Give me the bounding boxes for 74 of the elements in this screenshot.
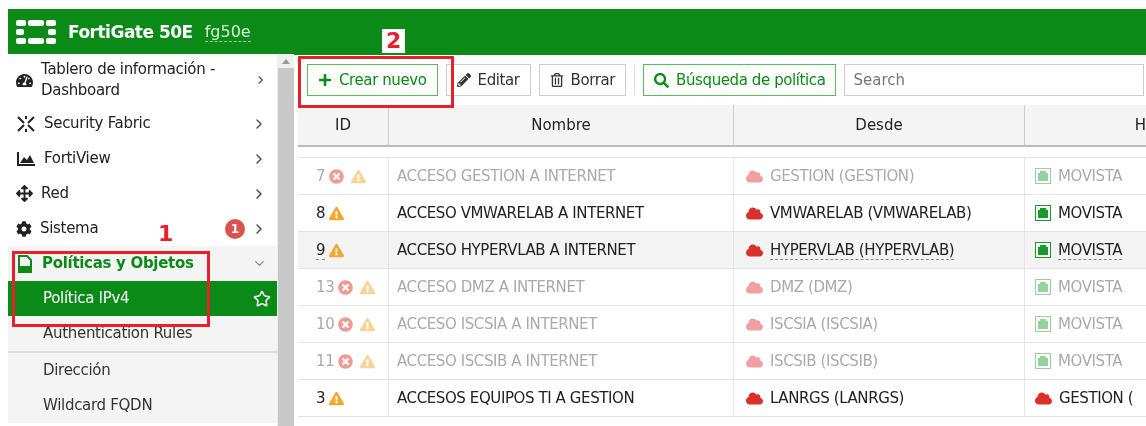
sidebar-subitem[interactable]: Wildcard FQDN xyxy=(8,388,277,423)
table-cell: 10 xyxy=(298,306,389,343)
table-cell: GESTION (GESTION) xyxy=(734,158,1025,195)
dashboard-icon xyxy=(16,71,33,89)
error-icon xyxy=(338,353,354,369)
table-cell: LANRGS (LANRGS) xyxy=(734,380,1025,417)
port-icon xyxy=(1035,242,1051,258)
table-cell: ISCSIB (ISCSIB) xyxy=(734,343,1025,380)
fabric-icon xyxy=(16,114,36,133)
port-icon xyxy=(1035,353,1051,369)
table-cell: ACCESO ISCSIA A INTERNET xyxy=(389,306,734,343)
table-cell: 11 xyxy=(298,343,389,380)
warning-icon xyxy=(329,242,345,258)
plus-icon xyxy=(318,73,332,87)
area-chart-icon xyxy=(16,150,36,167)
notification-badge: 1 xyxy=(225,218,245,239)
port-icon xyxy=(1035,168,1051,184)
sidebar-item[interactable]: Security Fabric xyxy=(8,106,157,141)
column-header[interactable]: Nombre xyxy=(389,105,734,147)
table-cell: ACCESO DMZ A INTERNET xyxy=(389,269,734,306)
trash-icon xyxy=(549,73,564,87)
edit-button[interactable]: Editar xyxy=(445,64,531,96)
product-name: FortiGate 50E xyxy=(68,21,193,42)
document-icon xyxy=(16,254,34,273)
logo-icon xyxy=(16,19,56,44)
error-icon xyxy=(338,279,354,295)
sidebar-item[interactable]: Tablero de información - Dashboard xyxy=(8,54,254,106)
table-cell: VMWARELAB (VMWARELAB) xyxy=(734,195,1025,232)
error-icon xyxy=(329,168,345,184)
settings-icon xyxy=(16,220,32,237)
error-icon xyxy=(338,316,354,332)
sidebar-item[interactable]: Red xyxy=(8,176,75,211)
warning-icon xyxy=(329,205,345,221)
move-icon xyxy=(16,185,33,202)
sidebar-subitem[interactable]: Dirección xyxy=(8,353,277,388)
port-icon xyxy=(1035,279,1051,295)
delete-button[interactable]: Borrar xyxy=(538,64,627,96)
port-icon xyxy=(1035,205,1051,221)
scroll-up-icon[interactable] xyxy=(282,58,290,64)
sidebar-item[interactable]: Sistema xyxy=(8,211,105,246)
table-cell: HYPERVLAB (HYPERVLAB) xyxy=(734,232,1025,269)
sidebar-subitem[interactable]: Política IPv4 xyxy=(8,281,277,316)
warning-icon xyxy=(329,390,345,406)
warning-icon xyxy=(351,168,367,184)
port-icon xyxy=(1035,316,1051,332)
table-cell: 7 xyxy=(298,158,389,195)
table-cell: ACCESOS EQUIPOS TI A GESTION xyxy=(389,380,734,417)
sidebar-item[interactable]: FortiView xyxy=(8,141,117,176)
hostname-link[interactable]: fg50e xyxy=(204,21,251,42)
column-header[interactable]: ID xyxy=(298,105,389,147)
table-cell: MOVISTA xyxy=(1025,232,1146,269)
table-cell: ACCESO GESTION A INTERNET xyxy=(389,158,734,195)
table-cell: 9 xyxy=(298,232,389,269)
column-header[interactable]: H xyxy=(1025,105,1146,147)
table-cell: 3 xyxy=(298,380,389,417)
table-cell: 8 xyxy=(298,195,389,232)
warning-icon xyxy=(360,316,376,332)
table-cell: DMZ (DMZ) xyxy=(734,269,1025,306)
policy-search-button[interactable]: Búsqueda de política xyxy=(643,64,837,96)
table-cell: ISCSIA (ISCSIA) xyxy=(734,306,1025,343)
warning-icon xyxy=(360,279,376,295)
step-number: 2 xyxy=(382,29,406,53)
search-icon xyxy=(654,72,670,88)
search-field[interactable]: Search xyxy=(844,64,1145,96)
scrollbar[interactable] xyxy=(277,54,294,426)
table-cell: ACCESO HYPERVLAB A INTERNET xyxy=(389,232,734,269)
table-cell: 13 xyxy=(298,269,389,306)
warning-icon xyxy=(360,353,376,369)
table-cell: ACCESO ISCSIB A INTERNET xyxy=(389,343,734,380)
create-button[interactable]: Crear nuevo xyxy=(307,64,438,96)
table-cell: ACCESO VMWARELAB A INTERNET xyxy=(389,195,734,232)
pencil-icon xyxy=(456,73,471,87)
star-icon[interactable] xyxy=(253,289,271,308)
column-header[interactable]: Desde xyxy=(734,105,1025,147)
